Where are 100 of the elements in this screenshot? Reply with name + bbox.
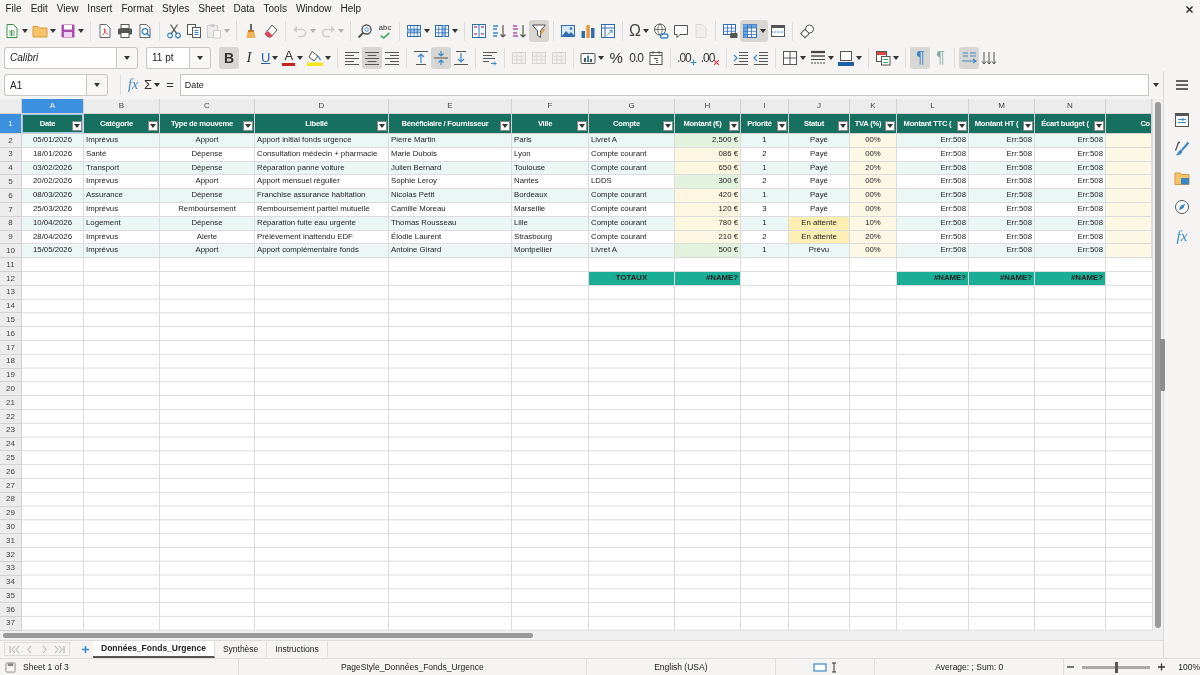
filter-button[interactable] [72, 121, 82, 131]
row-header[interactable]: 20 [0, 382, 22, 397]
name-box-field[interactable]: A1 [4, 74, 86, 96]
menu-item[interactable]: Window [291, 1, 336, 17]
align-center-button[interactable] [362, 46, 383, 69]
row-header[interactable]: 16 [0, 327, 22, 341]
row-header[interactable]: 10 [0, 244, 22, 259]
menu-item[interactable]: Tools [259, 1, 292, 17]
row-header[interactable]: 25 [0, 451, 22, 466]
freeze-button[interactable] [739, 20, 768, 42]
menu-item[interactable]: View [52, 1, 83, 17]
column-header[interactable]: G [589, 99, 675, 114]
image-icon [560, 23, 576, 39]
dropdown-button[interactable] [189, 46, 211, 69]
sort-down-icon [491, 23, 507, 39]
caret-icon [502, 124, 508, 128]
row-header[interactable]: 31 [0, 534, 22, 548]
bold-button[interactable]: B [219, 46, 239, 69]
redo-icon [320, 23, 336, 39]
dropdown-button[interactable] [86, 74, 108, 96]
filter-button[interactable] [1023, 121, 1033, 131]
column-header[interactable]: M [969, 99, 1035, 114]
horizontal-scrollbar[interactable] [0, 630, 1163, 640]
column-header[interactable]: E [389, 99, 512, 114]
row-header[interactable]: 26 [0, 465, 22, 479]
column-header[interactable]: N [1035, 99, 1106, 114]
functions-button[interactable]: fx [1171, 227, 1193, 245]
menu-item[interactable]: Styles [157, 1, 194, 17]
caret-icon [642, 29, 649, 33]
gallery-button[interactable] [1171, 169, 1193, 187]
menu-item[interactable]: Format [116, 1, 158, 17]
row-header[interactable]: 15 [0, 313, 22, 328]
menu-item[interactable]: Edit [26, 1, 53, 17]
center-vertically-button[interactable] [431, 46, 452, 69]
column-header[interactable]: C [160, 99, 255, 114]
caret-icon [150, 124, 156, 128]
row-header[interactable]: 21 [0, 396, 22, 410]
filter-button[interactable] [838, 121, 848, 131]
row-header[interactable]: 35 [0, 589, 22, 604]
row-header[interactable]: 2 [0, 134, 22, 148]
filter-button[interactable] [1094, 121, 1104, 131]
filter-button[interactable] [663, 121, 673, 131]
column-header[interactable]: J [789, 99, 850, 114]
menu-item[interactable]: Data [228, 1, 260, 17]
italic-button[interactable]: I [239, 46, 259, 69]
slider-thumb[interactable] [1115, 661, 1119, 673]
filter-button[interactable] [885, 121, 895, 131]
number-format-button[interactable]: 0.0 [626, 46, 647, 69]
filter-button[interactable] [377, 121, 387, 131]
filter-button[interactable] [243, 121, 253, 131]
funnel-icon [531, 23, 547, 39]
column-header[interactable]: I [741, 99, 789, 114]
column-header[interactable]: K [850, 99, 897, 114]
sheet-tab[interactable]: Synthèse [214, 641, 268, 657]
autofilter-button[interactable] [529, 20, 549, 42]
dropdown-button[interactable] [116, 46, 138, 69]
plus-icon [1157, 663, 1167, 671]
filter-button[interactable] [729, 121, 739, 131]
font-color-button[interactable]: A [280, 46, 306, 69]
delete-decimal-button[interactable]: .00 [698, 46, 723, 69]
caret-icon [325, 55, 332, 60]
align-right-icon [384, 49, 401, 66]
formula-button[interactable]: = [163, 75, 177, 95]
frozen-grid-icon [741, 23, 758, 39]
function-wizard-button[interactable]: fx [125, 75, 142, 95]
add-decimal-button[interactable]: .00 [675, 46, 699, 69]
menu-item[interactable]: Insert [82, 1, 117, 17]
sidebar-handle[interactable] [1160, 339, 1165, 391]
menu-item[interactable]: File [1, 1, 27, 17]
column-header[interactable]: L [897, 99, 969, 114]
paintbrush-icon [1174, 141, 1190, 157]
filter-button[interactable] [957, 121, 967, 131]
row-header[interactable]: 5 [0, 175, 22, 190]
column-header[interactable]: F [512, 99, 589, 114]
column-header[interactable]: D [255, 99, 389, 114]
filter-button[interactable] [577, 121, 587, 131]
special-character-button[interactable]: Ω [627, 20, 651, 42]
column-header[interactable]: B [84, 99, 160, 114]
row-header[interactable]: 30 [0, 520, 22, 535]
spelling-button[interactable]: abc [375, 20, 395, 42]
folder-image-icon [1174, 170, 1190, 186]
sheet-tab[interactable]: Données_Fonds_Urgence [93, 640, 215, 658]
formula-input-field[interactable]: Date [179, 74, 1149, 96]
underline-button[interactable]: U [259, 46, 281, 69]
menu-item[interactable]: Sheet [193, 1, 229, 17]
font-size-field[interactable]: 11 pt [146, 46, 189, 69]
column-header[interactable]: H [675, 99, 741, 114]
sum-button[interactable]: Σ [141, 75, 164, 95]
filter-button[interactable] [148, 121, 158, 131]
sheet-tab[interactable]: Instructions [267, 641, 328, 657]
percent-format-button[interactable]: % [606, 46, 627, 69]
page-style: PageStyle_Données_Fonds_Urgence [340, 661, 484, 673]
menu-item[interactable]: Help [336, 1, 366, 17]
filter-button[interactable] [500, 121, 510, 131]
row-header[interactable]: 36 [0, 603, 22, 617]
row-header[interactable]: 11 [0, 258, 22, 272]
row-header[interactable]: 6 [0, 189, 22, 203]
scrollbar-thumb[interactable] [3, 632, 533, 638]
filter-button[interactable] [777, 121, 787, 131]
font-name-field[interactable]: Calibri [4, 46, 116, 69]
